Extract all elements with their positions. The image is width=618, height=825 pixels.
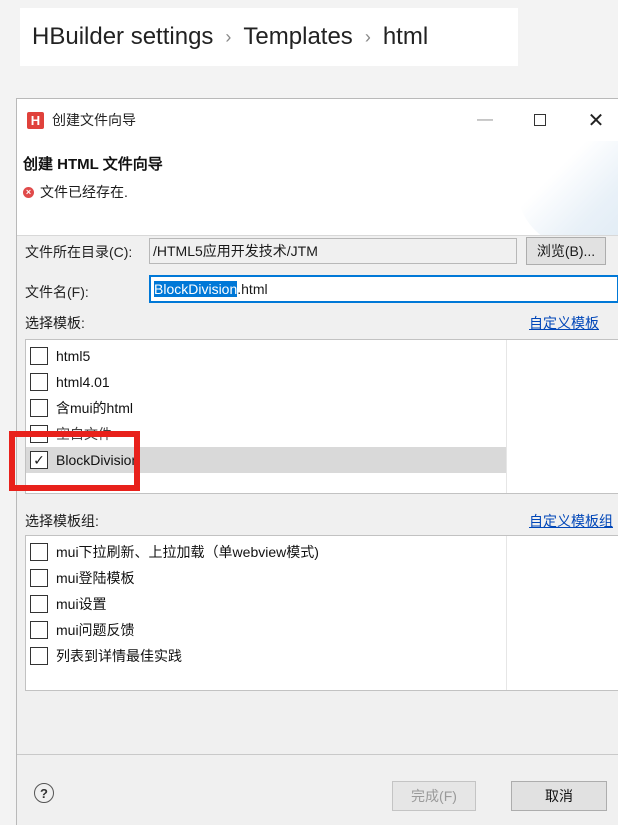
cancel-button[interactable]: 取消 [511,781,607,811]
checkbox[interactable] [30,647,48,665]
close-button[interactable]: ✕ [573,99,618,141]
breadcrumb-item-templates[interactable]: Templates [243,23,352,51]
directory-input[interactable]: /HTML5应用开发技术/JTM [149,238,517,264]
help-icon[interactable]: ? [34,783,54,803]
custom-template-link[interactable]: 自定义模板 [529,313,599,333]
custom-template-group-link[interactable]: 自定义模板组 [529,511,613,531]
annotation-highlight-box [9,431,140,491]
chevron-right-icon: › [225,26,232,47]
checkbox[interactable] [30,373,48,391]
error-icon: × [23,186,34,198]
filename-extension: .html [237,281,268,297]
directory-label: 文件所在目录(C): [25,244,133,260]
template-group-item-label: mui登陆模板 [56,570,135,586]
template-group-item[interactable]: mui下拉刷新、上拉加载（单webview模式) [26,539,618,565]
hbuilder-app-icon: H [27,111,44,129]
template-group-item-label: 列表到详情最佳实践 [56,648,182,664]
breadcrumb: HBuilder settings › Templates › html [20,8,518,66]
maximize-button[interactable] [517,99,563,141]
directory-row: 文件所在目录(C): [25,242,132,262]
chevron-right-icon: › [364,26,371,47]
checkbox[interactable] [30,347,48,365]
filename-row: 文件名(F): [25,282,89,302]
template-item-label: html5 [56,348,91,364]
template-group-item[interactable]: mui登陆模板 [26,565,618,591]
error-text: 文件已经存在. [40,184,128,200]
breadcrumb-item-html[interactable]: html [383,23,428,51]
maximize-icon [534,114,546,126]
template-group-section-label: 选择模板组: [25,513,99,529]
checkbox[interactable] [30,595,48,613]
template-group-item[interactable]: mui设置 [26,591,618,617]
checkbox[interactable] [30,399,48,417]
window-title: 创建文件向导 [52,112,136,128]
template-item-label: 含mui的html [56,400,134,416]
footer-divider [17,754,618,755]
filename-label: 文件名(F): [25,284,89,300]
wizard-title: 创建 HTML 文件向导 [23,156,163,173]
breadcrumb-item-settings[interactable]: HBuilder settings [32,23,213,51]
title-bar[interactable]: H 创建文件向导 — ✕ [17,99,618,141]
template-item[interactable]: 含mui的html [26,395,618,421]
wizard-header: 创建 HTML 文件向导 × 文件已经存在. [17,141,618,236]
header-decoration [518,141,618,235]
template-item[interactable]: html5 [26,343,618,369]
template-group-item-label: mui问题反馈 [56,622,135,638]
template-group-item[interactable]: mui问题反馈 [26,617,618,643]
template-group-item[interactable]: 列表到详情最佳实践 [26,643,618,669]
template-section-label: 选择模板: [25,315,85,331]
minimize-button[interactable]: — [462,99,508,141]
checkbox[interactable] [30,543,48,561]
template-item-label: html4.01 [56,374,110,390]
checkbox[interactable] [30,569,48,587]
filename-input[interactable]: BlockDivision .html [149,275,618,303]
filename-selected-text: BlockDivision [154,281,238,297]
browse-button[interactable]: 浏览(B)... [526,237,606,265]
checkbox[interactable] [30,621,48,639]
template-group-item-label: mui设置 [56,596,107,612]
error-message: × 文件已经存在. [23,182,128,202]
template-group-list: mui下拉刷新、上拉加载（单webview模式) mui登陆模板 mui设置 mui问… [25,535,618,691]
finish-button[interactable]: 完成(F) [392,781,476,811]
template-group-item-label: mui下拉刷新、上拉加载（单webview模式) [56,544,319,560]
template-item[interactable]: html4.01 [26,369,618,395]
